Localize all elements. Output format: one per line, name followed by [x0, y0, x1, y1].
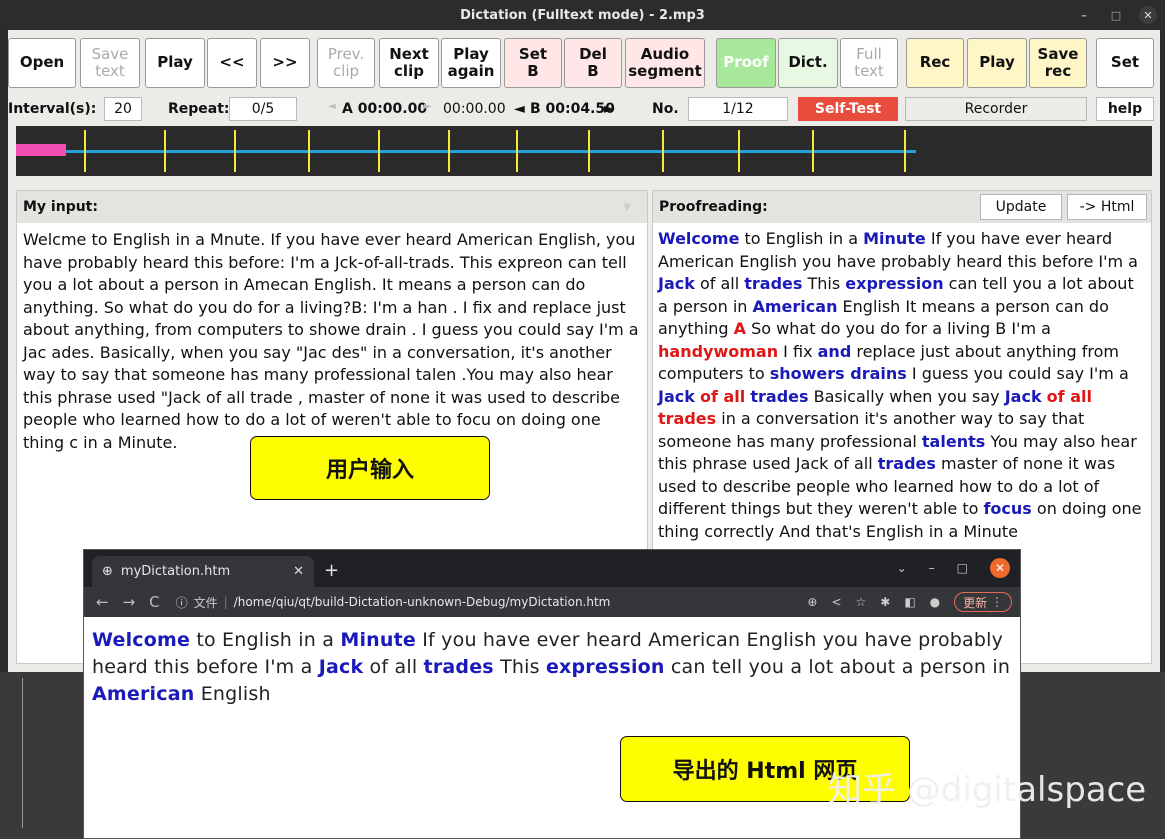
sidebar-icon[interactable]: ◧	[904, 595, 915, 609]
tab-title: myDictation.htm	[120, 564, 231, 579]
full-text-button[interactable]: Full text	[840, 38, 898, 88]
next-b-arrow-icon[interactable]: ►	[604, 101, 615, 117]
mid-time: 00:00.00	[443, 101, 506, 117]
set-b-button[interactable]: Set B	[504, 38, 562, 88]
clip-marker	[164, 130, 166, 172]
info-icon[interactable]: ⓘ	[176, 594, 188, 611]
input-panel-title: My input:	[23, 199, 98, 215]
del-b-button[interactable]: Del B	[564, 38, 622, 88]
clip-marker	[738, 130, 740, 172]
browser-close-icon[interactable]: ✕	[990, 558, 1010, 578]
browser-tab[interactable]: ⊕ myDictation.htm ✕	[92, 556, 314, 587]
zoom-icon[interactable]: ⊕	[807, 595, 817, 609]
exported-html-content: Welcome to English in a Minute If you ha…	[92, 629, 1011, 705]
recorder-label: Recorder	[905, 97, 1087, 121]
prev-clip-button[interactable]: Prev. clip	[317, 38, 375, 88]
save-text-button[interactable]: Save text	[80, 38, 140, 88]
b-time: B 00:04.50	[530, 101, 615, 117]
profile-icon[interactable]: ●	[930, 595, 940, 609]
clip-number-label: No.	[652, 101, 679, 117]
interval-label: Interval(s):	[8, 101, 97, 117]
toolbar: Open Save text Play << >> Prev. clip Nex…	[8, 38, 1160, 88]
globe-icon: ⊕	[102, 564, 113, 579]
maximize-icon[interactable]: □	[1107, 6, 1125, 24]
clip-marker	[378, 130, 380, 172]
dict-button[interactable]: Dict.	[778, 38, 838, 88]
proof-panel-title: Proofreading:	[659, 199, 768, 215]
browser-tabbar: ⊕ myDictation.htm ✕ + ⌄ – □ ✕	[84, 550, 1020, 587]
rec-play-button[interactable]: Play	[967, 38, 1027, 88]
browser-maximize-icon[interactable]: □	[957, 561, 968, 575]
new-tab-icon[interactable]: +	[324, 560, 339, 581]
audio-segment-button[interactable]: Audio segment	[625, 38, 705, 88]
tab-close-icon[interactable]: ✕	[293, 564, 304, 579]
prev-a-arrow-icon[interactable]: ◄	[328, 101, 336, 112]
repeat-field[interactable]: 0/5	[229, 97, 297, 121]
clip-number-field[interactable]: 1/12	[688, 97, 788, 121]
url-divider: |	[223, 595, 228, 609]
dropdown-arrow-icon[interactable]: ▼	[623, 202, 631, 213]
update-button[interactable]: Update	[980, 194, 1062, 220]
waveform-display[interactable]	[16, 126, 1152, 176]
minimize-icon[interactable]: –	[1075, 6, 1093, 24]
clip-marker	[234, 130, 236, 172]
update-browser-button[interactable]: 更新 ⋮	[954, 592, 1012, 612]
save-rec-button[interactable]: Save rec	[1029, 38, 1087, 88]
play-button[interactable]: Play	[145, 38, 205, 88]
input-panel-header: My input: ▼	[17, 191, 647, 223]
address-bar: ← → C ⓘ 文件 | /home/qiu/qt/build-Dictatio…	[84, 587, 1020, 617]
url-input[interactable]: /home/qiu/qt/build-Dictation-unknown-Deb…	[234, 595, 611, 609]
clip-marker	[448, 130, 450, 172]
proof-panel-header: Proofreading: Update -> Html	[653, 191, 1151, 223]
user-input-callout: 用户输入	[250, 436, 490, 500]
clip-marker	[904, 130, 906, 172]
played-segment	[16, 144, 66, 156]
window-title: Dictation (Fulltext mode) - 2.mp3	[460, 7, 705, 23]
play-again-button[interactable]: Play again	[441, 38, 501, 88]
waveform-line	[16, 150, 916, 153]
clip-marker	[516, 130, 518, 172]
help-button[interactable]: help	[1096, 97, 1154, 121]
extensions-icon[interactable]: ✱	[880, 595, 890, 609]
info-bar: Interval(s): 20 Repeat: 0/5 ◄ A 00:00.00…	[8, 94, 1160, 122]
close-icon[interactable]: ✕	[1139, 6, 1157, 24]
update-browser-label: 更新	[963, 595, 988, 610]
prev-b-arrow-icon[interactable]: ◄	[514, 101, 525, 117]
clip-marker	[588, 130, 590, 172]
repeat-label: Repeat:	[168, 101, 230, 117]
next-a-arrow-icon[interactable]: ►	[424, 101, 432, 112]
self-test-button[interactable]: Self-Test	[798, 97, 898, 121]
proof-button[interactable]: Proof	[716, 38, 776, 88]
tab-list-chevron-icon[interactable]: ⌄	[897, 561, 907, 575]
input-textarea[interactable]: Welcme to English in a Mnute. If you hav…	[17, 223, 647, 460]
browser-minimize-icon[interactable]: –	[929, 561, 935, 575]
clip-marker	[812, 130, 814, 172]
to-html-button[interactable]: -> Html	[1067, 194, 1147, 220]
watermark: 知乎 @digitalspace	[828, 770, 1147, 810]
next-clip-button[interactable]: Next clip	[379, 38, 439, 88]
back-arrow-icon[interactable]: ←	[96, 593, 109, 611]
open-button[interactable]: Open	[8, 38, 76, 88]
a-time: A 00:00.00	[342, 101, 428, 117]
interval-input[interactable]: 20	[104, 97, 142, 121]
reload-icon[interactable]: C	[149, 593, 159, 611]
forward-button[interactable]: >>	[260, 38, 310, 88]
proofread-text: Welcome to English in a Minute If you ha…	[658, 229, 1142, 541]
clip-marker	[662, 130, 664, 172]
clip-marker	[308, 130, 310, 172]
rewind-button[interactable]: <<	[207, 38, 257, 88]
rec-button[interactable]: Rec	[906, 38, 964, 88]
url-prefix: 文件	[193, 595, 218, 610]
window-titlebar: Dictation (Fulltext mode) - 2.mp3 – □ ✕	[0, 0, 1165, 30]
bookmark-star-icon[interactable]: ☆	[856, 595, 867, 609]
forward-arrow-icon[interactable]: →	[123, 593, 136, 611]
clip-marker	[84, 130, 86, 172]
set-button[interactable]: Set	[1096, 38, 1154, 88]
ruler	[22, 678, 42, 828]
share-icon[interactable]: <	[831, 595, 841, 609]
